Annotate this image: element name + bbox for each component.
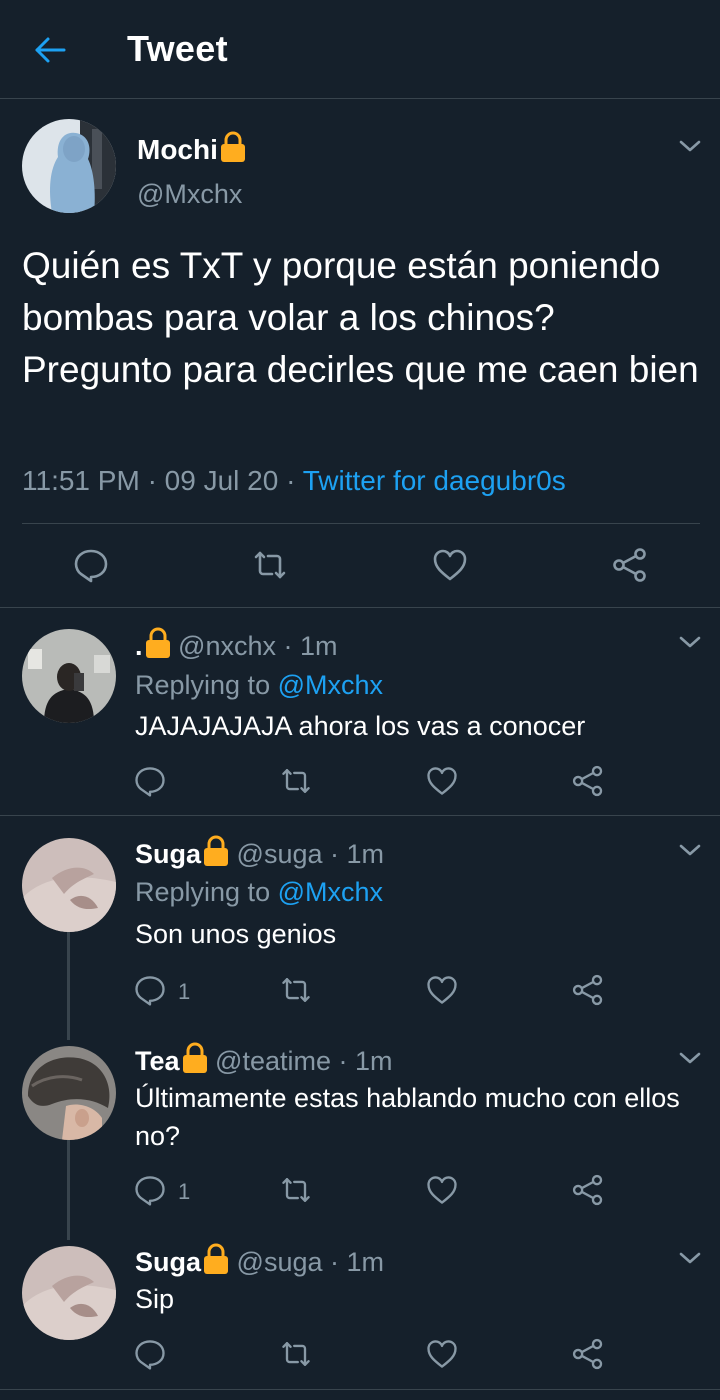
share-icon[interactable] [610, 545, 650, 585]
share-icon[interactable] [570, 1336, 606, 1372]
reply-avatar[interactable] [22, 838, 116, 932]
chevron-down-icon[interactable] [677, 1248, 703, 1268]
replying-to-link[interactable]: @Mxchx [278, 877, 383, 907]
tweet-text: Quién es TxT y porque están poniendo bom… [22, 245, 699, 390]
lock-icon [220, 131, 246, 163]
share-icon[interactable] [570, 1172, 606, 1208]
like-icon[interactable] [424, 1172, 460, 1208]
reply-author-handle[interactable]: @nxchx [178, 631, 276, 661]
reply-text: Últimamente estas hablando mucho con ell… [135, 1083, 680, 1151]
retweet-icon[interactable] [278, 763, 314, 799]
meta-separator: · [286, 465, 296, 496]
tweet-meta: 11:51 PM · 09 Jul 20 · Twitter for daegu… [22, 465, 566, 497]
lock-icon [203, 1243, 229, 1275]
like-icon[interactable] [430, 545, 470, 585]
retweet-icon[interactable] [278, 1336, 314, 1372]
reply-tweet[interactable]: Suga @suga · 1m Sip [0, 1230, 720, 1390]
reply-text: JAJAJAJAJA ahora los vas a conocer [135, 711, 586, 741]
tweet-time: 11:51 PM [22, 465, 140, 496]
top-bar: Tweet [0, 0, 720, 99]
reply-author-handle[interactable]: @teatime [215, 1046, 331, 1076]
divider [22, 523, 700, 524]
reply-icon[interactable] [132, 763, 168, 799]
share-icon[interactable] [570, 763, 606, 799]
reply-author-name[interactable]: Tea [135, 1046, 180, 1076]
chevron-down-icon[interactable] [677, 1048, 703, 1068]
reply-icon[interactable] [132, 1172, 168, 1208]
replying-to-link[interactable]: @Mxchx [278, 670, 383, 700]
share-icon[interactable] [570, 972, 606, 1008]
reply-time: 1m [346, 1247, 385, 1277]
reply-author-name[interactable]: Suga [135, 1247, 201, 1277]
reply-time: 1m [346, 839, 385, 869]
reply-text: Sip [135, 1284, 175, 1314]
divider [0, 1389, 720, 1390]
reply-author-handle[interactable]: @suga [237, 839, 323, 869]
reply-icon[interactable] [71, 545, 111, 585]
meta-separator: · [338, 1046, 348, 1076]
reply-count: 1 [178, 1179, 191, 1204]
reply-author-name[interactable]: Suga [135, 839, 201, 869]
tweet-source-link[interactable]: Twitter for daegubr0s [303, 465, 566, 496]
reply-tweet[interactable]: . @nxchx · 1m Replying to @Mxchx JAJAJAJ… [0, 608, 720, 816]
main-tweet: Mochi @Mxchx Quién es TxT y porque están… [0, 99, 720, 608]
author-handle[interactable]: @Mxchx [137, 179, 242, 210]
reply-icon[interactable] [132, 972, 168, 1008]
reply-time: 1m [300, 631, 338, 661]
reply-tweet[interactable]: Tea @teatime · 1m Últimamente estas habl… [0, 1026, 720, 1230]
reply-avatar[interactable] [22, 629, 116, 723]
replying-to: Replying to @Mxchx [135, 670, 384, 700]
lock-icon [203, 835, 229, 867]
replying-to: Replying to @Mxchx [135, 877, 384, 907]
reply-header: Tea @teatime · 1m [135, 1042, 393, 1077]
retweet-icon[interactable] [278, 1172, 314, 1208]
retweet-icon[interactable] [278, 972, 314, 1008]
chevron-down-icon[interactable] [677, 136, 703, 156]
reply-header: . @nxchx · 1m [135, 627, 338, 662]
reply-time: 1m [355, 1046, 393, 1076]
reply-author-name[interactable]: . [135, 631, 143, 661]
reply-tweet[interactable]: Suga @suga · 1m Replying to @Mxchx Son u… [0, 816, 720, 1026]
author-avatar[interactable] [22, 119, 116, 213]
reply-header: Suga @suga · 1m [135, 835, 384, 870]
meta-separator: · [283, 631, 293, 661]
reply-avatar[interactable] [22, 1246, 116, 1340]
reply-header: Suga @suga · 1m [135, 1243, 384, 1278]
like-icon[interactable] [424, 972, 460, 1008]
tweet-date: 09 Jul 20 [164, 465, 279, 496]
reply-author-handle[interactable]: @suga [237, 1247, 323, 1277]
chevron-down-icon[interactable] [677, 840, 703, 860]
reply-avatar[interactable] [22, 1046, 116, 1140]
lock-icon [182, 1042, 208, 1074]
meta-separator: · [330, 1247, 340, 1277]
reply-text: Son unos genios [135, 919, 337, 949]
back-arrow-icon[interactable] [30, 30, 70, 70]
meta-separator: · [330, 839, 340, 869]
meta-separator: · [147, 465, 157, 496]
reply-icon[interactable] [132, 1336, 168, 1372]
like-icon[interactable] [424, 763, 460, 799]
lock-icon [145, 627, 171, 659]
like-icon[interactable] [424, 1336, 460, 1372]
reply-count: 1 [178, 979, 191, 1004]
retweet-icon[interactable] [250, 545, 290, 585]
page-title: Tweet [127, 28, 228, 69]
chevron-down-icon[interactable] [677, 632, 703, 652]
author-name[interactable]: Mochi [137, 131, 246, 166]
